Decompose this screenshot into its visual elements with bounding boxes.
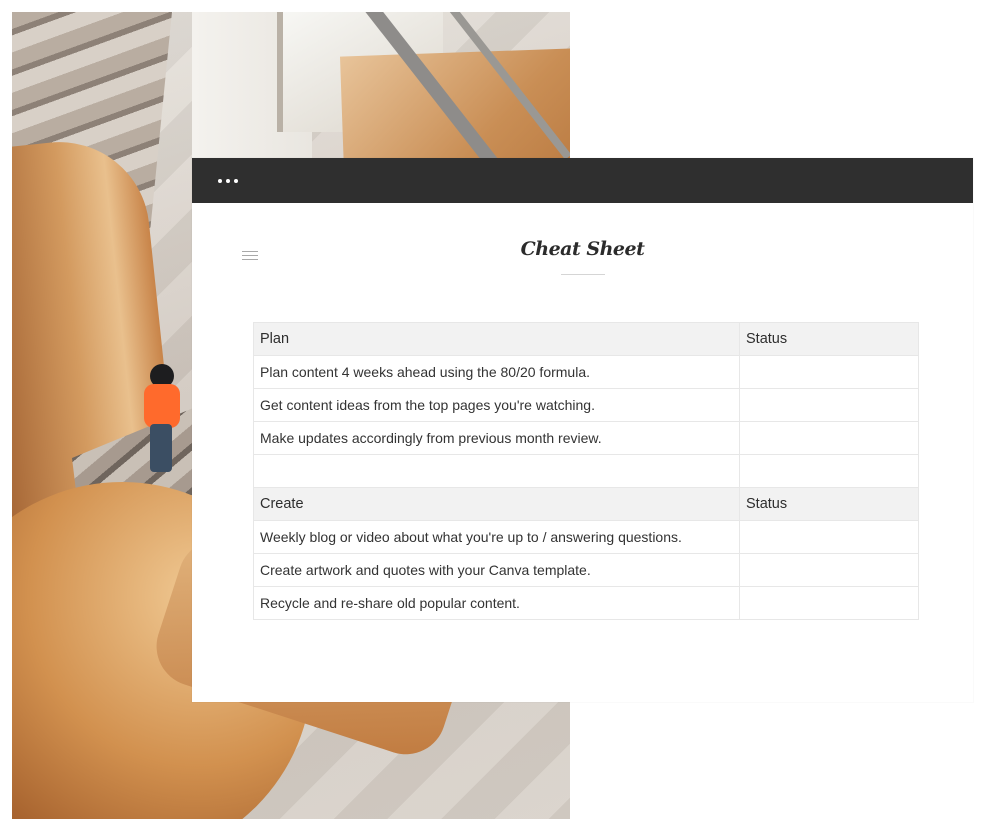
table-row: Make updates accordingly from previous m…: [253, 421, 919, 455]
table-row: [253, 454, 919, 488]
status-cell[interactable]: [739, 586, 919, 620]
status-cell[interactable]: [739, 520, 919, 554]
column-header-task: Plan: [253, 322, 740, 356]
column-header-status: Status: [739, 487, 919, 521]
status-cell[interactable]: [739, 454, 919, 488]
task-cell[interactable]: Create artwork and quotes with your Canv…: [253, 553, 740, 587]
page-title: Cheat Sheet: [520, 238, 645, 260]
photo-person: [140, 364, 184, 484]
cheat-sheet-table: Plan Status Plan content 4 weeks ahead u…: [253, 322, 919, 620]
table-row: Get content ideas from the top pages you…: [253, 388, 919, 422]
dot: [226, 179, 230, 183]
photo-person-shirt: [144, 384, 180, 428]
dot: [234, 179, 238, 183]
table-row: Weekly blog or video about what you're u…: [253, 520, 919, 554]
status-cell[interactable]: [739, 355, 919, 389]
titlebar: [192, 158, 973, 203]
table-row: Create artwork and quotes with your Canv…: [253, 553, 919, 587]
photo-person-legs: [150, 424, 172, 472]
table-row: Recycle and re-share old popular content…: [253, 586, 919, 620]
ellipsis-icon[interactable]: [218, 174, 246, 188]
table-header-row: Create Status: [253, 487, 919, 521]
column-header-status: Status: [739, 322, 919, 356]
dot: [218, 179, 222, 183]
app-window: Cheat Sheet Plan Status Plan content 4 w…: [192, 158, 973, 702]
task-cell[interactable]: Plan content 4 weeks ahead using the 80/…: [253, 355, 740, 389]
table-row: Plan content 4 weeks ahead using the 80/…: [253, 355, 919, 389]
task-cell[interactable]: Recycle and re-share old popular content…: [253, 586, 740, 620]
task-cell[interactable]: Get content ideas from the top pages you…: [253, 388, 740, 422]
task-cell[interactable]: [253, 454, 740, 488]
column-header-task: Create: [253, 487, 740, 521]
status-cell[interactable]: [739, 421, 919, 455]
title-underline: [561, 274, 605, 275]
status-cell[interactable]: [739, 388, 919, 422]
status-cell[interactable]: [739, 553, 919, 587]
table-header-row: Plan Status: [253, 322, 919, 356]
task-cell[interactable]: Make updates accordingly from previous m…: [253, 421, 740, 455]
task-cell[interactable]: Weekly blog or video about what you're u…: [253, 520, 740, 554]
